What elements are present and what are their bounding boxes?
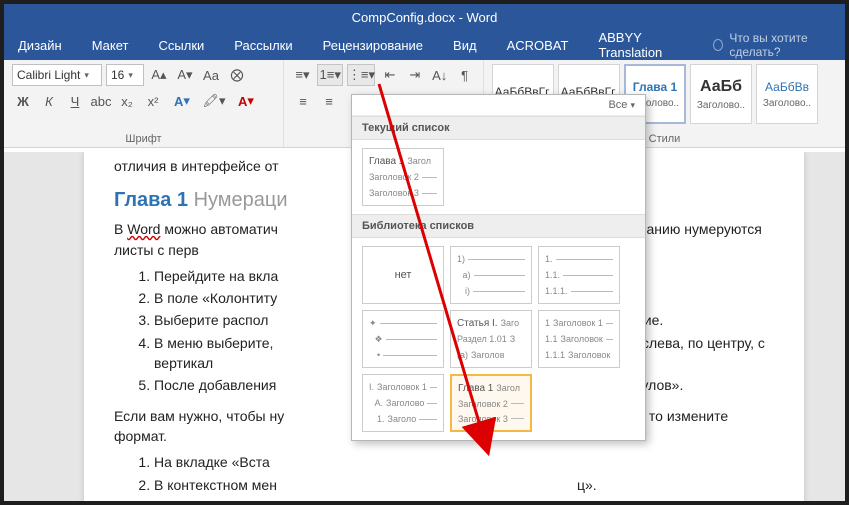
increase-font-icon[interactable]: A▴ (148, 64, 170, 86)
list-preview[interactable]: I. Заголовок 1 A. Заголово 1. Заголо (362, 374, 444, 432)
bulb-icon (713, 39, 723, 51)
tab-acrobat[interactable]: ACROBAT (503, 32, 573, 59)
highlight-icon[interactable]: 🖍▾ (200, 90, 228, 112)
list-preview[interactable]: ✦ ❖ • (362, 310, 444, 368)
list-preview[interactable]: 1. 1.1. 1.1.1. (538, 246, 620, 304)
font-color-icon[interactable]: A▾ (232, 90, 260, 112)
change-case-icon[interactable]: Aa (200, 64, 222, 86)
list-preview[interactable]: Статья I. Заго Раздел 1.01 З (a) Заголов (450, 310, 532, 368)
gallery-all[interactable]: Все ▾ (352, 95, 645, 116)
list-preview[interactable]: 1) a) i) (450, 246, 532, 304)
gallery-section-library: Библиотека списков (352, 214, 645, 238)
chevron-down-icon: ▾ (128, 70, 133, 81)
decrease-font-icon[interactable]: A▾ (174, 64, 196, 86)
document-title: CompConfig.docx - Word (352, 10, 498, 25)
list-preview-none[interactable]: нет (362, 246, 444, 304)
list-preview-selected[interactable]: Глава 1 Загол Заголовок 2 Заголовок 3 (450, 374, 532, 432)
list-preview-current[interactable]: Глава 1 Загол Заголовок 2 Заголовок 3 (362, 148, 444, 206)
align-left-icon[interactable]: ≡ (292, 90, 314, 112)
align-center-icon[interactable]: ≡ (318, 90, 340, 112)
tab-view[interactable]: Вид (449, 32, 481, 59)
ribbon-tabs: Дизайн Макет Ссылки Рассылки Рецензирова… (4, 30, 845, 60)
tell-me[interactable]: Что вы хотите сделать? (713, 31, 835, 59)
gallery-section-current: Текущий список (352, 116, 645, 140)
style-box[interactable]: АаБб Заголово.. (690, 64, 752, 124)
group-font: Calibri Light▾ 16▾ A▴ A▾ Aa ⨂ Ж К Ч abc … (4, 60, 284, 147)
tab-review[interactable]: Рецензирование (319, 32, 427, 59)
italic-icon[interactable]: К (38, 90, 60, 112)
font-name-combo[interactable]: Calibri Light▾ (12, 64, 102, 86)
decrease-indent-icon[interactable]: ⇤ (379, 64, 400, 86)
text-effects-icon[interactable]: A▾ (168, 90, 196, 112)
bold-icon[interactable]: Ж (12, 90, 34, 112)
group-font-label: Шрифт (12, 131, 275, 145)
strike-icon[interactable]: abc (90, 90, 112, 112)
tab-references[interactable]: Ссылки (155, 32, 209, 59)
style-box[interactable]: АаБбВв Заголово.. (756, 64, 818, 124)
superscript-icon[interactable]: x² (142, 90, 164, 112)
underline-icon[interactable]: Ч (64, 90, 86, 112)
font-size-combo[interactable]: 16▾ (106, 64, 144, 86)
tab-design[interactable]: Дизайн (14, 32, 66, 59)
title-bar: CompConfig.docx - Word (4, 4, 845, 30)
clear-format-icon[interactable]: ⨂ (226, 64, 248, 86)
list-preview[interactable]: 1 Заголовок 1 1.1 Заголовок 1.1.1 Заголо… (538, 310, 620, 368)
sort-icon[interactable]: A↓ (429, 64, 450, 86)
multilevel-list-gallery: Все ▾ Текущий список Глава 1 Загол Загол… (351, 94, 646, 441)
show-marks-icon[interactable]: ¶ (454, 64, 475, 86)
increase-indent-icon[interactable]: ⇥ (404, 64, 425, 86)
numbering-icon[interactable]: 1≡▾ (317, 64, 344, 86)
list-2: На вкладке «Вста В контекстном менц». В … (154, 452, 774, 501)
tab-mailings[interactable]: Рассылки (230, 32, 296, 59)
chevron-down-icon: ▾ (84, 70, 89, 81)
subscript-icon[interactable]: x₂ (116, 90, 138, 112)
tab-layout[interactable]: Макет (88, 32, 133, 59)
bullets-icon[interactable]: ≡▾ (292, 64, 313, 86)
multilevel-list-icon[interactable]: ⋮≡▾ (347, 64, 375, 86)
chevron-down-icon: ▾ (630, 100, 635, 110)
